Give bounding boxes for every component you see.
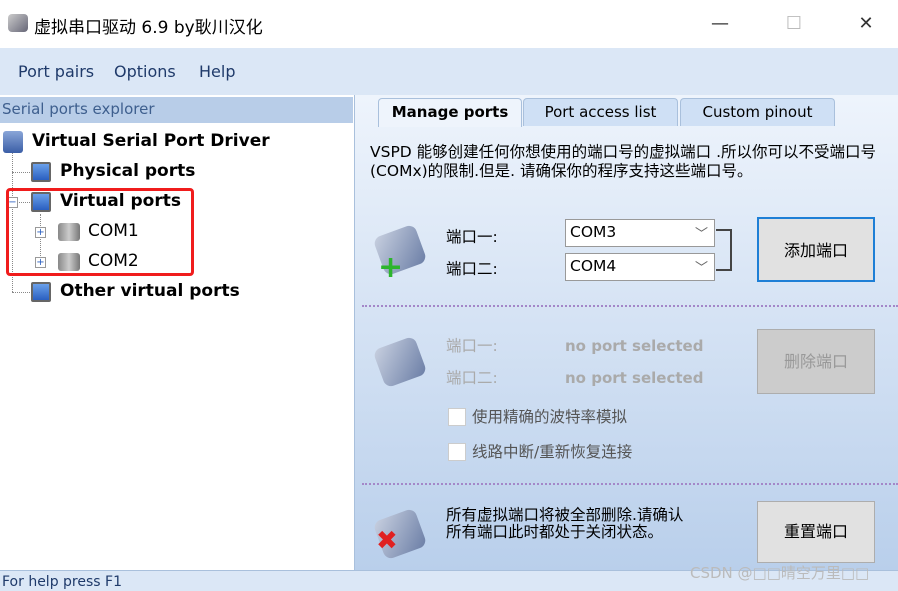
minimize-button[interactable]: —: [700, 8, 740, 40]
description-text: VSPD 能够创建任何你想使用的端口号的虚拟端口 .所以你可以不受端口号(COM…: [370, 143, 877, 180]
tree-item-physical-ports[interactable]: Physical ports: [60, 161, 195, 181]
highlight-box: [6, 188, 194, 276]
port2-value: COM4: [570, 257, 617, 275]
tab-custom-pinout[interactable]: Custom pinout: [680, 98, 835, 126]
divider: [362, 305, 898, 307]
delete-port2-label: 端口二:: [446, 369, 498, 387]
pair-connector: [716, 229, 732, 271]
chevron-down-icon: ﹀: [694, 227, 708, 242]
tab-manage-ports[interactable]: Manage ports: [378, 98, 522, 127]
line-break-checkbox[interactable]: [448, 443, 466, 461]
add-port-button[interactable]: 添加端口: [757, 217, 875, 282]
delete-port1-label: 端口一:: [446, 337, 498, 355]
tree-line: [12, 172, 30, 173]
chevron-down-icon: ﹀: [694, 261, 708, 276]
tree-root[interactable]: Virtual Serial Port Driver: [32, 131, 270, 151]
port2-label: 端口二:: [446, 260, 498, 278]
reset-ports-button[interactable]: 重置端口: [757, 501, 875, 563]
port2-select[interactable]: COM4 ﹀: [565, 253, 715, 281]
delete-port-button[interactable]: 删除端口: [757, 329, 875, 394]
computer-icon: [31, 162, 51, 182]
baudrate-label: 使用精确的波特率模拟: [472, 408, 628, 426]
app-icon: [8, 14, 28, 32]
port1-value: COM3: [570, 223, 617, 241]
port1-label: 端口一:: [446, 228, 498, 246]
menu-options[interactable]: Options: [114, 62, 176, 81]
close-button[interactable]: ✕: [846, 8, 886, 40]
serial-driver-icon: [3, 131, 23, 153]
delete-port1-value: no port selected: [565, 337, 704, 355]
computer-icon: [31, 282, 51, 302]
delete-x-icon: ✖: [376, 526, 398, 556]
port1-select[interactable]: COM3 ﹀: [565, 219, 715, 247]
tree-line: [12, 292, 30, 293]
reset-text: 所有虚拟端口将被全部删除.请确认所有端口此时都处于关闭状态。: [446, 506, 684, 541]
watermark: CSDN @□□晴空万里□□: [690, 564, 870, 582]
tree-item-other-virtual-ports[interactable]: Other virtual ports: [60, 281, 240, 301]
delete-port2-value: no port selected: [565, 369, 704, 387]
explorer-header: Serial ports explorer: [0, 97, 353, 123]
tab-port-access-list[interactable]: Port access list: [523, 98, 678, 126]
line-break-label: 线路中断/重新恢复连接: [472, 443, 633, 461]
plus-icon: +: [378, 250, 404, 285]
window-title: 虚拟串口驱动 6.9 by耿川汉化: [34, 18, 263, 38]
menu-port-pairs[interactable]: Port pairs: [18, 62, 94, 81]
baudrate-checkbox[interactable]: [448, 408, 466, 426]
menu-help[interactable]: Help: [199, 62, 235, 81]
divider: [362, 483, 898, 485]
maximize-button[interactable]: ☐: [774, 8, 814, 40]
